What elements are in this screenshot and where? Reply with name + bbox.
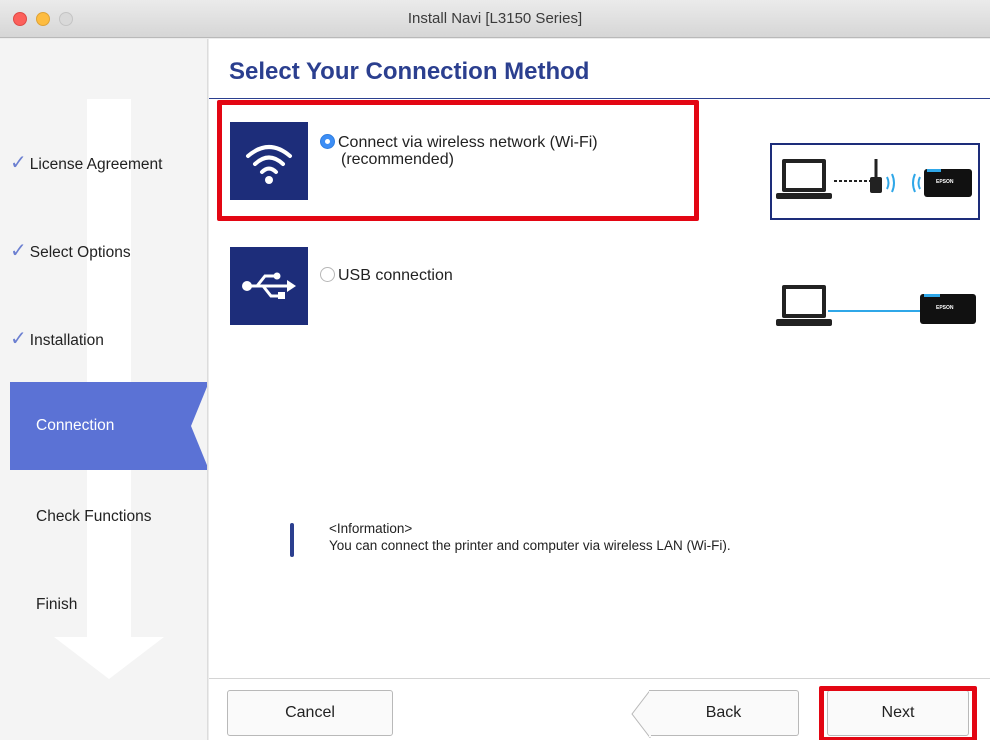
- progress-arrow-shaft: [87, 99, 131, 639]
- steps-sidebar: ✓ License Agreement ✓ Select Options ✓ Inst…: [0, 39, 208, 740]
- wifi-option-highlight: [217, 100, 699, 221]
- footer-divider: [209, 678, 990, 679]
- heading-divider: [209, 98, 990, 99]
- step-installation: ✓ Installation: [10, 326, 104, 351]
- main-content: Select Your Connection Method Connect vi…: [209, 39, 990, 740]
- printer-brand-label: EPSON: [936, 179, 954, 185]
- next-button-highlight: [819, 686, 977, 740]
- back-button-label: Back: [705, 704, 742, 721]
- step-check-functions: Check Functions: [36, 508, 151, 526]
- current-step-notch: [191, 382, 207, 470]
- window-title: Install Navi [L3150 Series]: [407, 10, 583, 27]
- page-title: Select Your Connection Method: [229, 58, 590, 85]
- usb-option-label: USB connection: [338, 267, 453, 284]
- usb-radio[interactable]: [320, 267, 335, 282]
- wifi-connection-diagram: EPSON: [770, 143, 980, 220]
- checkmark-icon: ✓: [10, 328, 27, 350]
- step-finish: Finish: [36, 596, 77, 614]
- step-license-agreement: ✓ License Agreement: [10, 150, 162, 175]
- usb-connection-diagram: EPSON: [772, 281, 980, 337]
- title-bar: Install Navi [L3150 Series]: [0, 0, 990, 38]
- checkmark-icon: ✓: [10, 240, 27, 262]
- information-title: <Information>: [329, 521, 413, 536]
- checkmark-icon: ✓: [10, 152, 27, 174]
- info-icon: [290, 523, 294, 557]
- step-label: Connection: [36, 417, 115, 434]
- step-select-options: ✓ Select Options: [10, 238, 131, 263]
- step-label: Check Functions: [36, 508, 152, 525]
- step-label: Select Options: [29, 244, 131, 261]
- usb-icon[interactable]: [230, 247, 308, 325]
- printer-brand-label: EPSON: [936, 305, 954, 311]
- progress-arrow-head: [54, 637, 164, 679]
- back-arrow-icon: [631, 690, 651, 738]
- usb-option[interactable]: USB connection: [320, 267, 453, 284]
- step-label: Finish: [36, 596, 78, 613]
- information-text: You can connect the printer and computer…: [329, 538, 731, 553]
- step-label: License Agreement: [29, 156, 163, 173]
- information-panel: <Information> You can connect the printe…: [329, 520, 731, 554]
- step-connection-current: Connection: [10, 382, 207, 470]
- cancel-button[interactable]: Cancel: [227, 690, 393, 736]
- back-button[interactable]: Back: [631, 690, 799, 738]
- step-label: Installation: [29, 332, 104, 349]
